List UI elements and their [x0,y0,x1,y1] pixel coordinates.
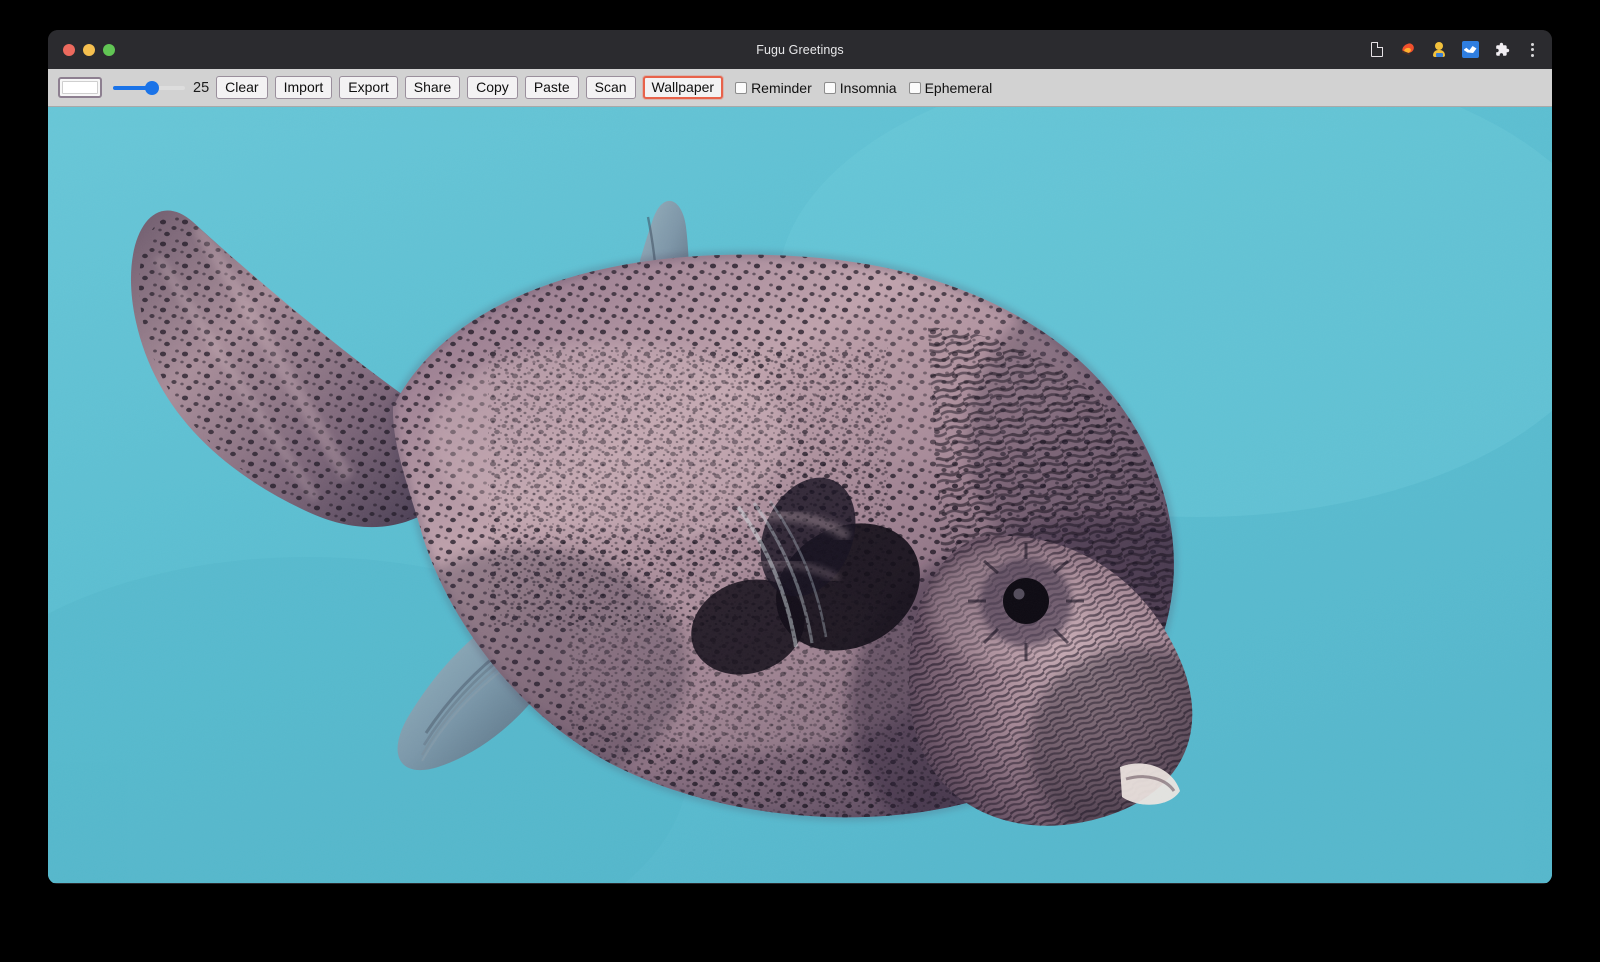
window-title: Fugu Greetings [48,43,1552,57]
line-width-slider[interactable] [113,78,185,98]
kebab-menu-icon[interactable] [1522,40,1542,60]
close-window-button[interactable] [63,44,75,56]
maximize-window-button[interactable] [103,44,115,56]
blue-app-icon[interactable] [1460,40,1480,60]
page-icon[interactable] [1367,40,1387,60]
megaphone-icon[interactable] [1398,40,1418,60]
ephemeral-checkbox-box[interactable] [909,82,921,94]
copy-button[interactable]: Copy [467,76,518,99]
slider-value-label: 25 [193,80,209,96]
toolbar-checkbox-group: Reminder Insomnia Ephemeral [735,80,992,96]
traffic-light-controls [63,44,115,56]
slider-thumb[interactable] [145,81,159,95]
reminder-checkbox-box[interactable] [735,82,747,94]
color-picker[interactable] [58,77,102,98]
reminder-checkbox[interactable]: Reminder [735,80,812,96]
screen-root: Fugu Greetings [0,0,1600,962]
ephemeral-checkbox-label: Ephemeral [925,80,993,96]
photo-grain [48,107,1552,883]
paste-button[interactable]: Paste [525,76,579,99]
titlebar-actions [1367,30,1542,69]
title-bar: Fugu Greetings [48,30,1552,69]
share-button[interactable]: Share [405,76,460,99]
insomnia-checkbox[interactable]: Insomnia [824,80,897,96]
puzzle-icon[interactable] [1491,40,1511,60]
import-button[interactable]: Import [275,76,333,99]
pufferfish-photo [48,107,1552,883]
export-button[interactable]: Export [339,76,397,99]
app-window: Fugu Greetings [48,30,1552,884]
app-toolbar: 25 Clear Import Export Share Copy Paste … [48,69,1552,107]
scan-button[interactable]: Scan [586,76,636,99]
minimize-window-button[interactable] [83,44,95,56]
reminder-checkbox-label: Reminder [751,80,812,96]
person-icon[interactable] [1429,40,1449,60]
ephemeral-checkbox[interactable]: Ephemeral [909,80,993,96]
clear-button[interactable]: Clear [216,76,267,99]
insomnia-checkbox-label: Insomnia [840,80,897,96]
insomnia-checkbox-box[interactable] [824,82,836,94]
color-swatch-preview [62,81,98,94]
wallpaper-button[interactable]: Wallpaper [643,76,724,99]
drawing-canvas[interactable] [48,107,1552,883]
